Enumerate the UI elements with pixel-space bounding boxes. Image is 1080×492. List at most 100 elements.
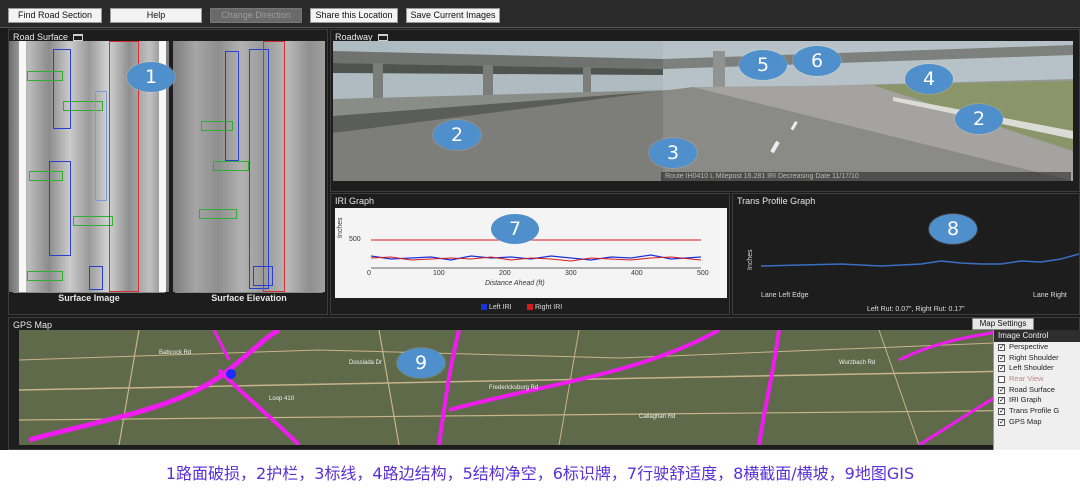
road-surface-panel: Road Surface Surface Image Surface Eleva… — [8, 29, 328, 315]
checkbox[interactable]: ✓ — [998, 397, 1005, 405]
badge-3: 3 — [649, 138, 697, 168]
iri-x-tick: 0 — [367, 270, 371, 277]
iri-x-tick: 500 — [697, 270, 709, 277]
distress-box — [29, 171, 63, 181]
badge-1: 1 — [127, 62, 175, 92]
image-control-item[interactable]: ✓ Left Shoulder — [994, 363, 1080, 374]
legend-left-iri-label: Left IRI — [489, 304, 512, 311]
map-street-label: Loop 410 — [269, 396, 295, 402]
legend-swatch — [481, 304, 487, 311]
badge-7: 7 — [491, 214, 539, 244]
iri-graph-panel: IRI Graph Inches 500 0 100 200 300 400 500 Di… — [330, 193, 730, 315]
distress-box — [95, 91, 107, 201]
image-control-item[interactable]: ✓ IRI Graph — [994, 395, 1080, 406]
map-street-label: Babcock Rd — [159, 350, 192, 356]
image-control-item[interactable]: ✓ Trans Profile G — [994, 406, 1080, 417]
image-control-item-label: Left Shoulder — [1009, 363, 1054, 373]
legend-left-iri: Left IRI — [481, 304, 512, 311]
iri-ylabel: Inches — [337, 217, 344, 238]
badge-2-guardrail-right: 2 — [955, 104, 1003, 134]
rut-readout: Left Rut: 0.07", Right Rut: 0.17" — [867, 306, 965, 313]
toolbar: Find Road Section Help Change Direction … — [0, 0, 1080, 28]
iri-x-tick: 200 — [499, 270, 511, 277]
iri-graph-title: IRI Graph — [335, 196, 375, 206]
badge-5: 5 — [739, 50, 787, 80]
gps-map-title: GPS Map — [13, 320, 53, 330]
map-street-label: Wurzbach Rd — [839, 360, 876, 366]
map-street-label: Callaghan Rd — [639, 414, 676, 420]
map-settings-button[interactable]: Map Settings — [972, 318, 1034, 330]
image-control-item-label: Right Shoulder — [1009, 352, 1059, 362]
surface-elevation-caption: Surface Elevation — [175, 292, 323, 304]
distress-box — [53, 49, 71, 129]
gps-map-view[interactable]: Dosslada Dr Loop 410 Fredericksburg Rd Babc… — [19, 330, 1071, 445]
find-road-section-button[interactable]: Find Road Section — [8, 8, 102, 23]
distress-box — [73, 216, 113, 226]
distress-box — [263, 41, 285, 292]
map-roads — [19, 330, 1071, 445]
iri-y-tick: 500 — [349, 236, 361, 243]
image-control-list: ✓ Perspective ✓ Right Shoulder ✓ Left Shoulde… — [994, 342, 1080, 428]
iri-x-tick: 100 — [433, 270, 445, 277]
trans-profile-panel: Trans Profile Graph Inches Lane Left Edg… — [732, 193, 1080, 315]
badge-4: 4 — [905, 64, 953, 94]
change-direction-button[interactable]: Change Direction — [210, 8, 302, 23]
image-control-title: Image Control — [994, 330, 1080, 342]
checkbox[interactable]: ✓ — [998, 344, 1005, 351]
iri-x-tick: 300 — [565, 270, 577, 277]
image-control-panel: Image Control ✓ Perspective ✓ Right Shoulde… — [993, 330, 1080, 450]
image-control-item-label: Perspective — [1009, 342, 1049, 351]
distress-box — [27, 71, 63, 81]
roadway-panel: Roadway Route IH0410 L Milepost 16.281 I… — [330, 29, 1080, 192]
map-street-label: Dosslada Dr — [349, 360, 383, 366]
image-control-item[interactable]: ✓ GPS Map — [994, 417, 1080, 428]
checkbox[interactable]: ✓ — [998, 418, 1005, 426]
iri-xlabel: Distance Ahead (ft) — [485, 280, 545, 287]
distress-box — [253, 266, 273, 286]
image-control-item-label: GPS Map — [1009, 416, 1042, 426]
checkbox[interactable]: ✓ — [998, 354, 1005, 362]
distress-box — [89, 266, 103, 290]
trans-ylabel: Inches — [747, 249, 754, 270]
image-control-item[interactable]: ✓ Right Shoulder — [994, 353, 1080, 364]
image-control-item[interactable]: ✓ Perspective — [994, 342, 1080, 353]
checkbox[interactable] — [998, 376, 1005, 384]
vehicle-position-marker — [226, 369, 236, 379]
trans-profile-title: Trans Profile Graph — [737, 196, 816, 206]
image-control-item[interactable]: Rear View — [994, 374, 1080, 385]
distress-box — [27, 271, 63, 281]
trans-profile-plot — [761, 253, 1079, 267]
image-control-item-label: Road Surface — [1009, 384, 1055, 394]
road-inspection-app: Find Road Section Help Change Direction … — [0, 0, 1080, 450]
share-location-button[interactable]: Share this Location — [310, 8, 398, 23]
distress-box — [213, 161, 249, 171]
lane-right-edge-label: Lane Right — [1033, 292, 1067, 299]
save-current-images-button[interactable]: Save Current Images — [406, 8, 500, 23]
distress-box — [225, 51, 239, 161]
surface-elevation-strip — [173, 41, 325, 292]
checkbox[interactable]: ✓ — [998, 408, 1005, 416]
roadway-overlay-info: Route IH0410 L Milepost 16.281 IRI Decre… — [661, 172, 1071, 181]
image-control-item-label: IRI Graph — [1009, 395, 1042, 405]
badge-2-guardrail-left: 2 — [433, 120, 481, 150]
image-control-item[interactable]: ✓ Road Surface — [994, 385, 1080, 396]
checkbox[interactable]: ✓ — [998, 365, 1005, 373]
badge-6: 6 — [793, 46, 841, 76]
legend-right-iri: Right IRI — [527, 304, 562, 311]
legend-right-iri-label: Right IRI — [535, 304, 563, 311]
surface-image-caption: Surface Image — [13, 292, 165, 304]
badge-8: 8 — [929, 214, 977, 244]
help-button[interactable]: Help — [110, 8, 202, 23]
legend-swatch — [527, 304, 533, 311]
lane-marking — [19, 41, 26, 292]
distress-box — [201, 121, 233, 131]
image-control-item-label: Trans Profile G — [1009, 406, 1060, 416]
figure-caption: 1路面破损，2护栏，3标线，4路边结构，5结构净空，6标识牌，7行驶舒适度，8横… — [165, 464, 915, 483]
lane-left-edge-label: Lane Left Edge — [761, 292, 809, 299]
iri-plot — [371, 239, 701, 269]
checkbox[interactable]: ✓ — [998, 386, 1005, 394]
gps-map-panel: GPS Map Dosslada Dr Loop 410 Fredericksb… — [8, 317, 1080, 450]
image-control-item-label: Rear View — [1009, 374, 1044, 384]
distress-box — [199, 209, 237, 219]
badge-9: 9 — [397, 348, 445, 378]
